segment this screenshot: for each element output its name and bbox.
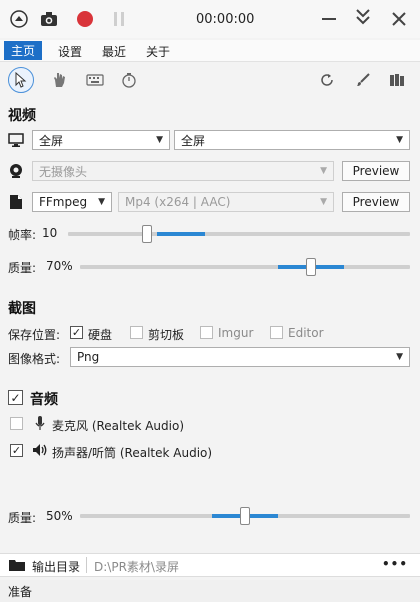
webcam-select[interactable]: 无摄像头 ▼ — [32, 161, 334, 181]
chevron-down-icon: ▼ — [98, 197, 105, 207]
image-format-select[interactable]: Png ▼ — [70, 347, 410, 367]
menu-settings[interactable]: 设置 — [58, 43, 82, 60]
target-disk-checkbox[interactable]: ✓ — [70, 326, 83, 339]
target-clipboard-checkbox[interactable] — [130, 326, 143, 339]
speaker-icon — [32, 442, 48, 461]
monitor-icon — [8, 132, 24, 151]
target-disk-label: 硬盘 — [88, 328, 113, 342]
menu-home[interactable]: 主页 — [4, 41, 43, 60]
screenshot-section-title: 截图 — [8, 301, 36, 317]
chevron-down-icon: ▼ — [396, 135, 403, 145]
more-icon[interactable]: ••• — [382, 557, 408, 571]
timer-icon[interactable] — [116, 67, 142, 93]
video-section-title: 视频 — [8, 108, 36, 124]
file-icon — [9, 194, 23, 213]
divider — [86, 557, 87, 573]
audio-quality-value: 50% — [46, 509, 73, 523]
quality-label: 质量: — [8, 261, 37, 275]
format-preview-button[interactable]: Preview — [342, 192, 410, 212]
columns-icon[interactable] — [384, 67, 410, 93]
quality-slider[interactable] — [80, 258, 410, 276]
recording-timer: 00:00:00 — [196, 12, 255, 27]
framerate-value: 10 — [42, 226, 58, 240]
audio-quality-slider[interactable] — [80, 507, 410, 525]
speaker-label: 扬声器/听筒 (Realtek Audio) — [52, 446, 213, 460]
keyboard-icon[interactable] — [82, 67, 108, 93]
pause-icon[interactable] — [108, 8, 130, 30]
webcam-preview-button[interactable]: Preview — [342, 161, 410, 181]
hand-icon[interactable] — [46, 67, 72, 93]
chevron-down-icon: ▼ — [156, 135, 163, 145]
tool-bar — [0, 64, 420, 96]
output-directory-label[interactable]: 输出目录 — [32, 558, 80, 575]
menu-bar: 主页 设置 最近 关于 — [0, 40, 420, 62]
encoder-select[interactable]: FFmpeg ▼ — [32, 192, 112, 212]
camera-icon[interactable] — [38, 8, 60, 30]
screen-mode-select-value: 全屏 — [181, 133, 206, 148]
audio-quality-label: 质量: — [8, 511, 37, 525]
framerate-slider[interactable] — [68, 225, 410, 243]
target-editor-checkbox[interactable] — [270, 326, 283, 339]
refresh-icon[interactable] — [314, 67, 340, 93]
encoder-select-value: FFmpeg — [39, 195, 88, 209]
status-text: 准备 — [8, 585, 33, 599]
menu-recent[interactable]: 最近 — [102, 43, 126, 60]
format-select[interactable]: Mp4 (x264 | AAC) ▼ — [118, 192, 334, 212]
webcam-select-value: 无摄像头 — [39, 164, 88, 179]
audio-quality-slider-thumb[interactable] — [240, 507, 250, 525]
title-bar: 00:00:00 — [0, 0, 420, 38]
brush-icon[interactable] — [350, 67, 376, 93]
framerate-label: 帧率: — [8, 228, 37, 242]
record-icon[interactable] — [74, 8, 96, 30]
framerate-slider-thumb[interactable] — [141, 225, 152, 243]
chevron-down-icon: ▼ — [320, 197, 327, 207]
audio-section-title: 音频 — [30, 392, 58, 408]
chevron-down-icon: ▼ — [396, 352, 403, 362]
target-clipboard-label: 剪切板 — [148, 328, 185, 342]
circle-up-icon[interactable] — [8, 8, 30, 30]
close-icon[interactable] — [388, 8, 410, 30]
framerate-slider-fill — [156, 232, 205, 236]
screen-select-value: 全屏 — [39, 133, 64, 148]
target-imgur-checkbox[interactable] — [200, 326, 213, 339]
audio-checkbox[interactable]: ✓ — [8, 390, 23, 405]
menu-about[interactable]: 关于 — [146, 43, 170, 60]
collapse-icon[interactable] — [352, 6, 374, 28]
cursor-icon[interactable] — [8, 67, 34, 93]
output-directory-bar: 输出目录 D:\PR素材\录屏 ••• — [0, 553, 420, 577]
speaker-checkbox[interactable]: ✓ — [10, 444, 23, 457]
screen-select[interactable]: 全屏 ▼ — [32, 130, 170, 150]
output-directory-path[interactable]: D:\PR素材\录屏 — [94, 558, 179, 575]
microphone-icon — [34, 415, 46, 434]
image-format-select-value: Png — [77, 350, 100, 364]
microphone-checkbox[interactable] — [10, 417, 23, 430]
image-format-label: 图像格式: — [8, 352, 61, 366]
quality-value: 70% — [46, 259, 73, 273]
microphone-label: 麦克风 (Realtek Audio) — [52, 419, 185, 433]
folder-icon[interactable] — [8, 558, 26, 575]
target-imgur-label: Imgur — [218, 326, 254, 340]
status-bar: 准备 — [0, 580, 420, 602]
format-select-value: Mp4 (x264 | AAC) — [125, 195, 231, 209]
target-editor-label: Editor — [288, 326, 324, 340]
chevron-down-icon: ▼ — [320, 166, 327, 176]
webcam-icon — [8, 163, 24, 182]
minimize-icon[interactable] — [318, 8, 340, 30]
screen-mode-select[interactable]: 全屏 ▼ — [174, 130, 410, 150]
quality-slider-thumb[interactable] — [306, 258, 316, 276]
save-location-label: 保存位置: — [8, 328, 61, 342]
